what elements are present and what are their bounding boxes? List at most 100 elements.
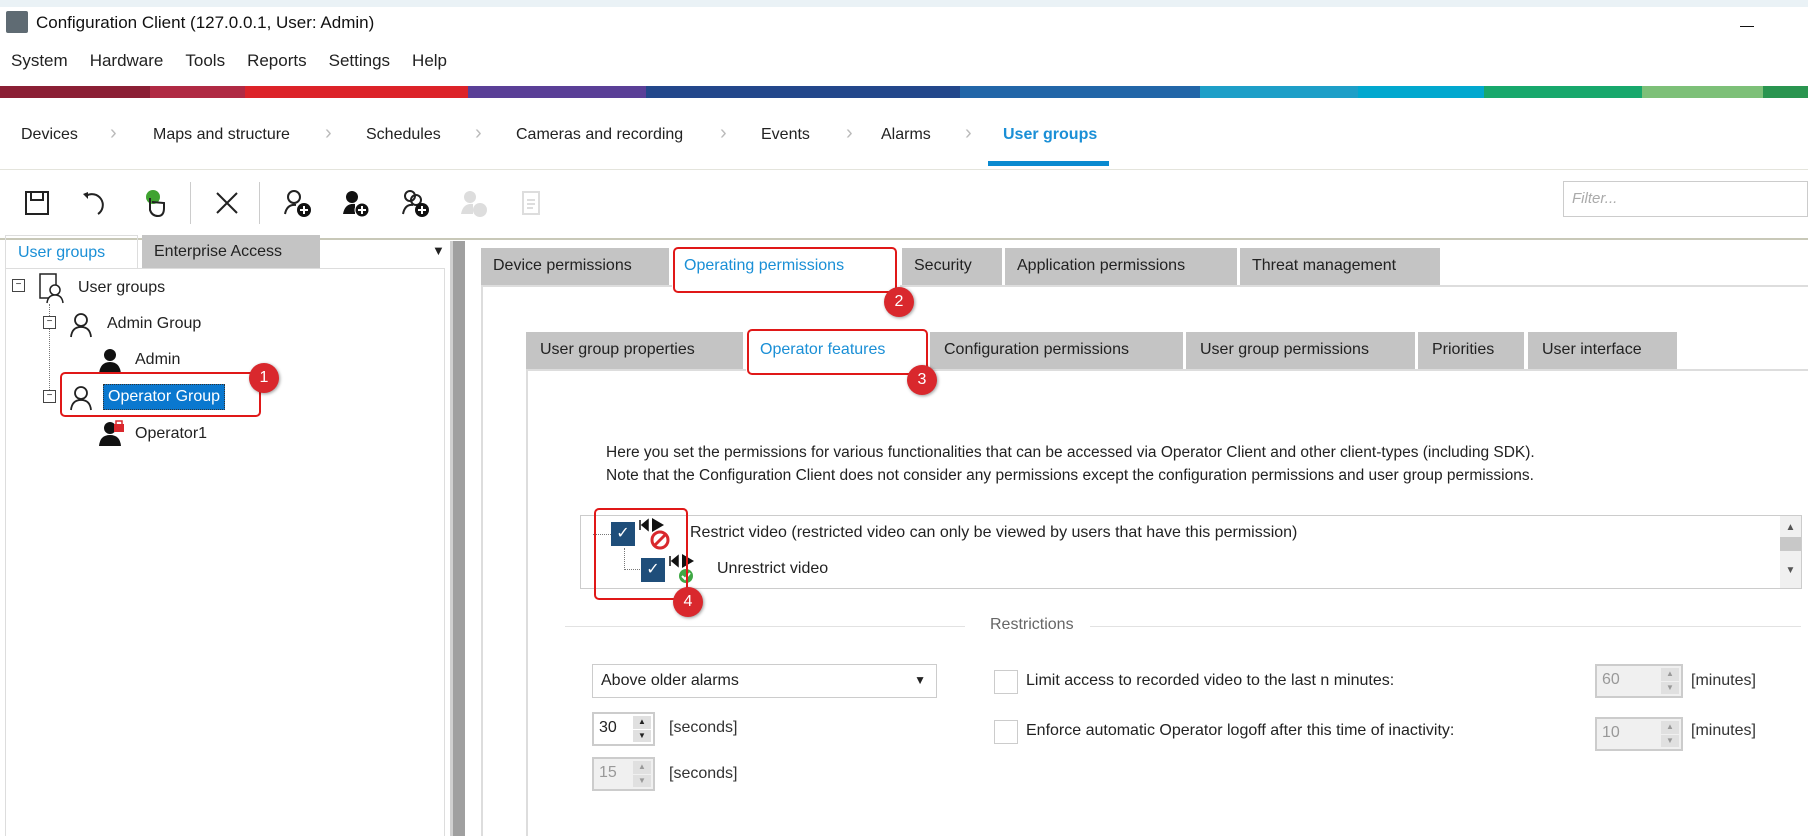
annotation-badge-3: 3 bbox=[907, 365, 937, 395]
annotation-box-3 bbox=[747, 329, 928, 375]
scroll-down-icon[interactable]: ▼ bbox=[1780, 565, 1801, 576]
scroll-thumb[interactable] bbox=[1780, 537, 1801, 551]
tab-priorities[interactable]: Priorities bbox=[1418, 332, 1526, 369]
tree-item-admin[interactable]: Admin bbox=[135, 351, 180, 369]
tab-user-group-properties[interactable]: User group properties bbox=[526, 332, 745, 369]
spin-up-icon: ▲ bbox=[633, 761, 651, 774]
nav-cameras-and-recording[interactable]: Cameras and recording bbox=[516, 126, 683, 144]
divider bbox=[565, 626, 965, 627]
menu-system[interactable]: System bbox=[0, 51, 79, 71]
menu-hardware[interactable]: Hardware bbox=[79, 51, 175, 71]
locked-user-icon bbox=[99, 420, 124, 446]
nav-events[interactable]: Events bbox=[761, 126, 810, 144]
user-groups-root-icon bbox=[39, 273, 64, 304]
annotation-box-2 bbox=[673, 247, 897, 293]
toolbar-separator bbox=[259, 182, 260, 224]
auto-logoff-checkbox[interactable] bbox=[994, 720, 1018, 744]
tab-configuration-permissions[interactable]: Configuration permissions bbox=[930, 332, 1185, 369]
seconds-spinner-2: 15 ▲ ▼ bbox=[592, 757, 655, 791]
chevron-right-icon: › bbox=[475, 122, 482, 144]
description-line-2: Note that the Configuration Client does … bbox=[606, 467, 1534, 484]
add-user-group-icon[interactable] bbox=[282, 188, 312, 218]
chevron-down-icon: ▼ bbox=[914, 673, 926, 687]
filter-input[interactable]: Filter... bbox=[1563, 181, 1808, 217]
spinner-value: 10 bbox=[1602, 724, 1620, 741]
spinner-value: 15 bbox=[599, 764, 617, 781]
spinner-value: 30 bbox=[599, 719, 617, 736]
spin-up-icon[interactable]: ▲ bbox=[633, 716, 651, 729]
tab-enterprise-access[interactable]: Enterprise Access bbox=[142, 235, 320, 269]
tabs-dropdown-icon[interactable]: ▼ bbox=[428, 235, 449, 269]
spin-up-icon: ▲ bbox=[1661, 721, 1679, 734]
nav-devices[interactable]: Devices bbox=[21, 126, 78, 144]
tab-device-permissions[interactable]: Device permissions bbox=[481, 248, 671, 285]
toolbar bbox=[0, 169, 1808, 240]
collapse-icon[interactable]: − bbox=[43, 390, 56, 403]
chevron-right-icon: › bbox=[110, 122, 117, 144]
brand-color-band bbox=[0, 86, 1808, 98]
alarm-order-value: Above older alarms bbox=[601, 672, 739, 689]
alarm-order-dropdown[interactable]: Above older alarms ▼ bbox=[592, 664, 937, 698]
panel-splitter[interactable] bbox=[450, 241, 465, 836]
spin-up-icon: ▲ bbox=[1661, 668, 1679, 681]
tab-security[interactable]: Security bbox=[902, 248, 1004, 285]
limit-access-checkbox[interactable] bbox=[994, 670, 1018, 694]
list-scrollbar[interactable]: ▲ ▼ bbox=[1780, 516, 1801, 588]
seconds-unit-2: [seconds] bbox=[669, 765, 738, 782]
nav-alarms[interactable]: Alarms bbox=[881, 126, 931, 144]
minimize-button[interactable] bbox=[1740, 26, 1754, 27]
seconds-unit-1: [seconds] bbox=[669, 719, 738, 736]
chevron-right-icon: › bbox=[846, 122, 853, 144]
tree-item-user-groups[interactable]: User groups bbox=[78, 279, 165, 297]
group-icon bbox=[70, 313, 92, 338]
restrictions-heading: Restrictions bbox=[990, 616, 1074, 633]
delete-icon[interactable] bbox=[212, 188, 242, 218]
tree-item-operator1[interactable]: Operator1 bbox=[135, 425, 207, 443]
wrench-app-icon bbox=[6, 11, 28, 33]
activate-icon[interactable] bbox=[140, 188, 170, 218]
chevron-right-icon: › bbox=[965, 122, 972, 144]
window-top-strip bbox=[0, 0, 1808, 7]
limit-minutes-spinner: 60 ▲ ▼ bbox=[1595, 664, 1683, 698]
chevron-right-icon: › bbox=[720, 122, 727, 144]
auto-logoff-label: Enforce automatic Operator logoff after … bbox=[1026, 722, 1455, 739]
tab-user-group-permissions[interactable]: User group permissions bbox=[1186, 332, 1417, 369]
undo-icon[interactable] bbox=[80, 188, 110, 218]
nav-maps-and-structure[interactable]: Maps and structure bbox=[153, 126, 290, 144]
tab-user-interface[interactable]: User interface bbox=[1528, 332, 1679, 369]
logoff-minutes-spinner: 10 ▲ ▼ bbox=[1595, 717, 1683, 751]
chevron-right-icon: › bbox=[325, 122, 332, 144]
nav-user-groups[interactable]: User groups bbox=[1003, 126, 1097, 144]
nav-schedules[interactable]: Schedules bbox=[366, 126, 441, 144]
menu-reports[interactable]: Reports bbox=[236, 51, 318, 71]
menu-settings[interactable]: Settings bbox=[318, 51, 401, 71]
description-line-1: Here you set the permissions for various… bbox=[606, 444, 1535, 461]
copy-icon bbox=[522, 191, 540, 215]
tree-item-admin-group[interactable]: Admin Group bbox=[107, 315, 201, 333]
seconds-spinner-1[interactable]: 30 ▲ ▼ bbox=[592, 712, 655, 746]
tab-user-groups[interactable]: User groups bbox=[5, 235, 138, 269]
divider bbox=[1090, 626, 1801, 627]
menu-help[interactable]: Help bbox=[401, 51, 458, 71]
annotation-box-4 bbox=[594, 508, 688, 600]
scroll-up-icon[interactable]: ▲ bbox=[1780, 522, 1801, 533]
toolbar-separator bbox=[190, 182, 191, 224]
add-user-icon[interactable] bbox=[340, 188, 370, 218]
tab-application-permissions[interactable]: Application permissions bbox=[1005, 248, 1239, 285]
user-groups-tree-panel bbox=[5, 268, 445, 836]
annotation-badge-2: 2 bbox=[884, 287, 914, 317]
collapse-icon[interactable]: − bbox=[12, 279, 25, 292]
menu-tools[interactable]: Tools bbox=[174, 51, 236, 71]
minutes-unit-1: [minutes] bbox=[1691, 672, 1756, 689]
collapse-icon[interactable]: − bbox=[43, 316, 56, 329]
spinner-value: 60 bbox=[1602, 671, 1620, 688]
tab-threat-management[interactable]: Threat management bbox=[1240, 248, 1442, 285]
spin-down-icon[interactable]: ▼ bbox=[633, 729, 651, 742]
annotation-box-1 bbox=[60, 372, 261, 417]
limit-access-label: Limit access to recorded video to the la… bbox=[1026, 672, 1395, 689]
spin-down-icon: ▼ bbox=[1661, 681, 1679, 694]
annotation-badge-4: 4 bbox=[673, 587, 703, 617]
add-dual-group-icon[interactable] bbox=[400, 188, 430, 218]
unrestrict-video-label: Unrestrict video bbox=[717, 560, 829, 577]
save-icon[interactable] bbox=[22, 188, 52, 218]
